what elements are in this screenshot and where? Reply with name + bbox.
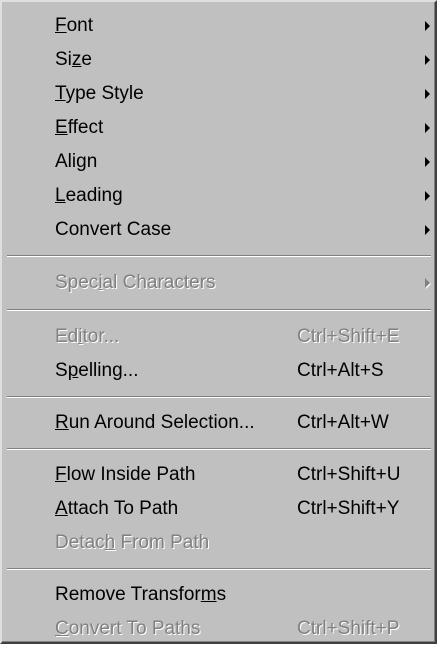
menu-item-convert-to-paths[interactable]: Convert To Paths Ctrl+Shift+P xyxy=(4,612,434,646)
menu-item-label: Flow Inside Path xyxy=(55,464,196,485)
menu-item-effect[interactable]: Effect xyxy=(4,111,434,145)
menu-item-label: Type Style xyxy=(55,83,144,104)
submenu-arrow-icon xyxy=(425,89,430,99)
menu-item-shortcut: Ctrl+Shift+U xyxy=(297,464,401,485)
menu-item-size[interactable]: Size xyxy=(4,43,434,77)
menu-separator xyxy=(7,255,431,257)
menu-separator xyxy=(7,396,431,398)
menu-item-remove-transforms[interactable]: Remove Transforms xyxy=(4,578,434,612)
menu-item-align[interactable]: Align xyxy=(4,145,434,179)
menu-item-label: Convert To Paths xyxy=(55,618,201,639)
menu-item-convert-case[interactable]: Convert Case xyxy=(4,213,434,247)
menu-item-special-characters[interactable]: Special Characters xyxy=(4,266,434,300)
menu-item-shortcut: Ctrl+Shift+Y xyxy=(297,498,400,519)
menu-item-shortcut: Ctrl+Alt+W xyxy=(297,412,389,433)
menu-separator xyxy=(7,309,431,311)
menu-item-spelling[interactable]: Spelling... Ctrl+Alt+S xyxy=(4,354,434,388)
menu-item-label: Leading xyxy=(55,185,123,206)
menu-item-detach-from-path[interactable]: Detach From Path xyxy=(4,526,434,560)
menu-item-leading[interactable]: Leading xyxy=(4,179,434,213)
menu-separator xyxy=(7,568,431,570)
menu-item-font[interactable]: Font xyxy=(4,9,434,43)
menu-item-shortcut: Ctrl+Shift+P xyxy=(297,618,400,639)
menu-item-editor[interactable]: Editor... Ctrl+Shift+E xyxy=(4,320,434,354)
menu-item-label: Spelling... xyxy=(55,360,139,381)
menu-item-attach-to-path[interactable]: Attach To Path Ctrl+Shift+Y xyxy=(4,492,434,526)
menu-item-run-around-selection[interactable]: Run Around Selection... Ctrl+Alt+W xyxy=(4,406,434,440)
menu-item-label: Convert Case xyxy=(55,219,172,240)
submenu-arrow-icon xyxy=(425,21,430,31)
menu-item-shortcut: Ctrl+Alt+S xyxy=(297,360,384,381)
menu-item-label: Detach From Path xyxy=(55,532,210,553)
menu-separator xyxy=(7,448,431,450)
menu-item-label: Special Characters xyxy=(55,272,216,293)
submenu-arrow-icon xyxy=(425,191,430,201)
submenu-arrow-icon xyxy=(425,123,430,133)
submenu-arrow-icon xyxy=(425,157,430,167)
menu-item-label: Editor... xyxy=(55,326,120,347)
menu-item-flow-inside-path[interactable]: Flow Inside Path Ctrl+Shift+U xyxy=(4,458,434,492)
menu-item-label: Size xyxy=(55,49,92,70)
submenu-arrow-icon xyxy=(425,225,430,235)
menu-item-label: Effect xyxy=(55,117,104,138)
menu-item-label: Remove Transforms xyxy=(55,584,227,605)
submenu-arrow-icon xyxy=(425,55,430,65)
menu-item-type-style[interactable]: Type Style xyxy=(4,77,434,111)
submenu-arrow-icon xyxy=(425,278,430,288)
menu-item-label: Align xyxy=(55,151,98,172)
text-context-menu: Font Size Type Style Effect Align Leadin… xyxy=(0,0,437,644)
menu-item-label: Font xyxy=(55,15,94,36)
menu-item-label: Run Around Selection... xyxy=(55,412,255,433)
menu-item-label: Attach To Path xyxy=(55,498,179,519)
menu-item-shortcut: Ctrl+Shift+E xyxy=(297,326,400,347)
